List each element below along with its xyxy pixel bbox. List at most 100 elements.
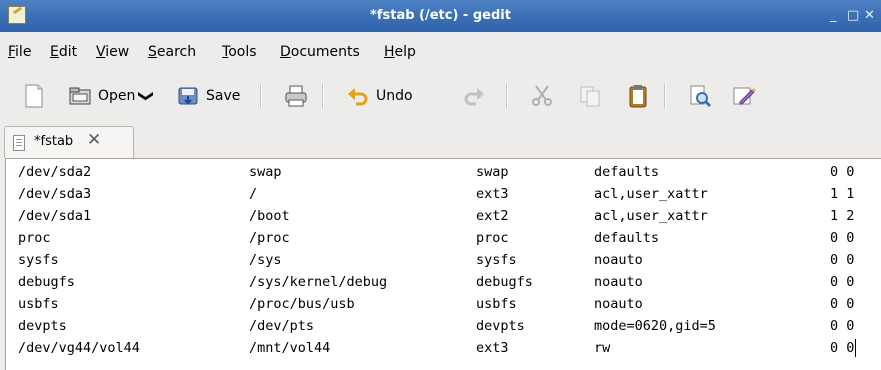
title-bar[interactable]: *fstab (/etc) - gedit _ □ ✕ bbox=[0, 0, 881, 32]
close-window-button[interactable]: ✕ bbox=[864, 8, 875, 23]
text-field: 1 1 bbox=[830, 186, 855, 202]
text-field: /proc bbox=[249, 230, 290, 246]
printer-icon bbox=[285, 85, 307, 107]
text-field: /boot bbox=[249, 208, 290, 224]
cut-button[interactable] bbox=[530, 82, 554, 110]
undo-icon bbox=[348, 88, 368, 106]
toolbar-separator bbox=[664, 84, 666, 108]
minimize-button[interactable]: _ bbox=[830, 8, 837, 23]
toolbar-separator bbox=[506, 84, 508, 108]
text-field: acl,user_xattr bbox=[594, 208, 708, 224]
text-field: defaults bbox=[594, 164, 660, 180]
tab-fstab[interactable]: *fstab ✕ bbox=[4, 126, 134, 158]
copy-button[interactable] bbox=[578, 82, 602, 110]
menu-help[interactable]: Help bbox=[384, 44, 416, 60]
text-field: 0 0 bbox=[830, 230, 855, 246]
text-line[interactable]: /dev/sda1/boot ext2 acl,user_xattr 1 2 bbox=[6, 205, 881, 227]
toolbar-separator bbox=[322, 84, 324, 108]
open-label: Open bbox=[98, 88, 136, 104]
text-field: debugfs bbox=[476, 274, 533, 290]
text-field: 1 2 bbox=[830, 208, 855, 224]
text-field: 0 0 bbox=[830, 274, 855, 290]
open-folder-icon bbox=[69, 87, 91, 105]
menu-search[interactable]: Search bbox=[148, 44, 196, 60]
text-field: devpts bbox=[476, 318, 525, 334]
text-field: /dev/vg44/vol44 bbox=[18, 340, 140, 356]
text-editor[interactable]: /dev/sda2 swap swap defaults 0 0/dev/sda3 / ex… bbox=[5, 158, 881, 370]
text-field: noauto bbox=[594, 274, 643, 290]
text-field: 0 0 bbox=[830, 339, 857, 357]
text-field: /dev/pts bbox=[249, 318, 315, 334]
text-field: / bbox=[249, 186, 258, 202]
text-field: /sys bbox=[249, 252, 282, 268]
text-line[interactable]: usbfs/proc/bus/usb usbfs noauto 0 0 bbox=[6, 293, 881, 315]
paste-button[interactable] bbox=[626, 82, 650, 110]
text-field: ext3 bbox=[476, 186, 509, 202]
text-field: debugfs bbox=[18, 274, 75, 290]
menu-file[interactable]: File bbox=[8, 44, 31, 60]
text-field: usbfs bbox=[18, 296, 59, 312]
text-line[interactable]: devpts/dev/pts devpts mode=0620,gid=5 0 0 bbox=[6, 315, 881, 337]
redo-icon bbox=[464, 88, 484, 106]
text-field: sysfs bbox=[18, 252, 59, 268]
text-field: devpts bbox=[18, 318, 67, 334]
text-field: 0 0 bbox=[830, 164, 855, 180]
text-field: /dev/sda3 bbox=[18, 186, 92, 202]
menu-bar: File Edit View Search Tools Documents He… bbox=[0, 40, 881, 68]
toolbar-separator bbox=[260, 84, 262, 108]
text-field: acl,user_xattr bbox=[594, 186, 708, 202]
text-field: /dev/sda1 bbox=[18, 208, 92, 224]
menu-documents[interactable]: Documents bbox=[280, 44, 360, 60]
copy-icon bbox=[580, 86, 600, 107]
text-field: 0 0 bbox=[830, 296, 855, 312]
replace-icon bbox=[733, 87, 756, 105]
undo-button[interactable]: Undo bbox=[346, 82, 413, 110]
text-field: swap bbox=[249, 164, 282, 180]
maximize-button[interactable]: □ bbox=[847, 8, 859, 23]
toolbar: Open ❯ Save Undo bbox=[0, 74, 881, 118]
clipboard-icon bbox=[629, 85, 647, 108]
menu-tools[interactable]: Tools bbox=[222, 44, 257, 60]
text-field: swap bbox=[476, 164, 509, 180]
text-field: 0 0 bbox=[830, 318, 855, 334]
open-recent-dropdown[interactable]: ❯ bbox=[132, 90, 160, 103]
text-field: proc bbox=[476, 230, 509, 246]
undo-label: Undo bbox=[376, 88, 413, 104]
text-field: /proc/bus/usb bbox=[249, 296, 355, 312]
text-line[interactable]: /dev/sda3 / ext3 acl,user_xattr 1 1 bbox=[6, 183, 881, 205]
menu-view[interactable]: View bbox=[96, 44, 129, 60]
new-button[interactable] bbox=[22, 82, 46, 110]
text-line[interactable]: /dev/vg44/vol44/mnt/vol44 ext3 rw 0 0 bbox=[6, 337, 881, 359]
window-title: *fstab (/etc) - gedit bbox=[370, 8, 511, 23]
text-field: ext2 bbox=[476, 208, 509, 224]
print-button[interactable] bbox=[284, 82, 308, 110]
redo-button[interactable] bbox=[462, 82, 486, 110]
text-line[interactable]: proc/proc proc defaults 0 0 bbox=[6, 227, 881, 249]
tab-label: *fstab bbox=[34, 134, 74, 149]
new-document-icon bbox=[25, 84, 43, 108]
find-button[interactable] bbox=[688, 82, 712, 110]
text-field: usbfs bbox=[476, 296, 517, 312]
text-line[interactable]: sysfs/sys sysfs noauto 0 0 bbox=[6, 249, 881, 271]
open-button[interactable]: Open bbox=[68, 82, 135, 110]
text-field: ext3 bbox=[476, 340, 509, 356]
text-field: proc bbox=[18, 230, 51, 246]
tab-close-button[interactable]: ✕ bbox=[87, 130, 101, 150]
text-field: /sys/kernel/debug bbox=[249, 274, 388, 290]
save-icon bbox=[178, 87, 198, 105]
text-field: sysfs bbox=[476, 252, 517, 268]
text-line[interactable]: debugfs/sys/kernel/debug debugfs noauto 0 0 bbox=[6, 271, 881, 293]
document-tab-bar: *fstab ✕ bbox=[0, 122, 881, 158]
replace-button[interactable] bbox=[732, 82, 756, 110]
menu-edit[interactable]: Edit bbox=[50, 44, 77, 60]
save-button[interactable]: Save bbox=[176, 82, 240, 110]
text-field: noauto bbox=[594, 252, 643, 268]
text-line[interactable]: /dev/sda2 swap swap defaults 0 0 bbox=[6, 161, 881, 183]
text-field: 0 0 bbox=[830, 252, 855, 268]
text-field: /dev/sda2 bbox=[18, 164, 92, 180]
text-field: mode=0620,gid=5 bbox=[594, 318, 716, 334]
scissors-icon bbox=[532, 85, 552, 106]
text-field: noauto bbox=[594, 296, 643, 312]
text-field: defaults bbox=[594, 230, 660, 246]
find-icon bbox=[690, 85, 712, 108]
